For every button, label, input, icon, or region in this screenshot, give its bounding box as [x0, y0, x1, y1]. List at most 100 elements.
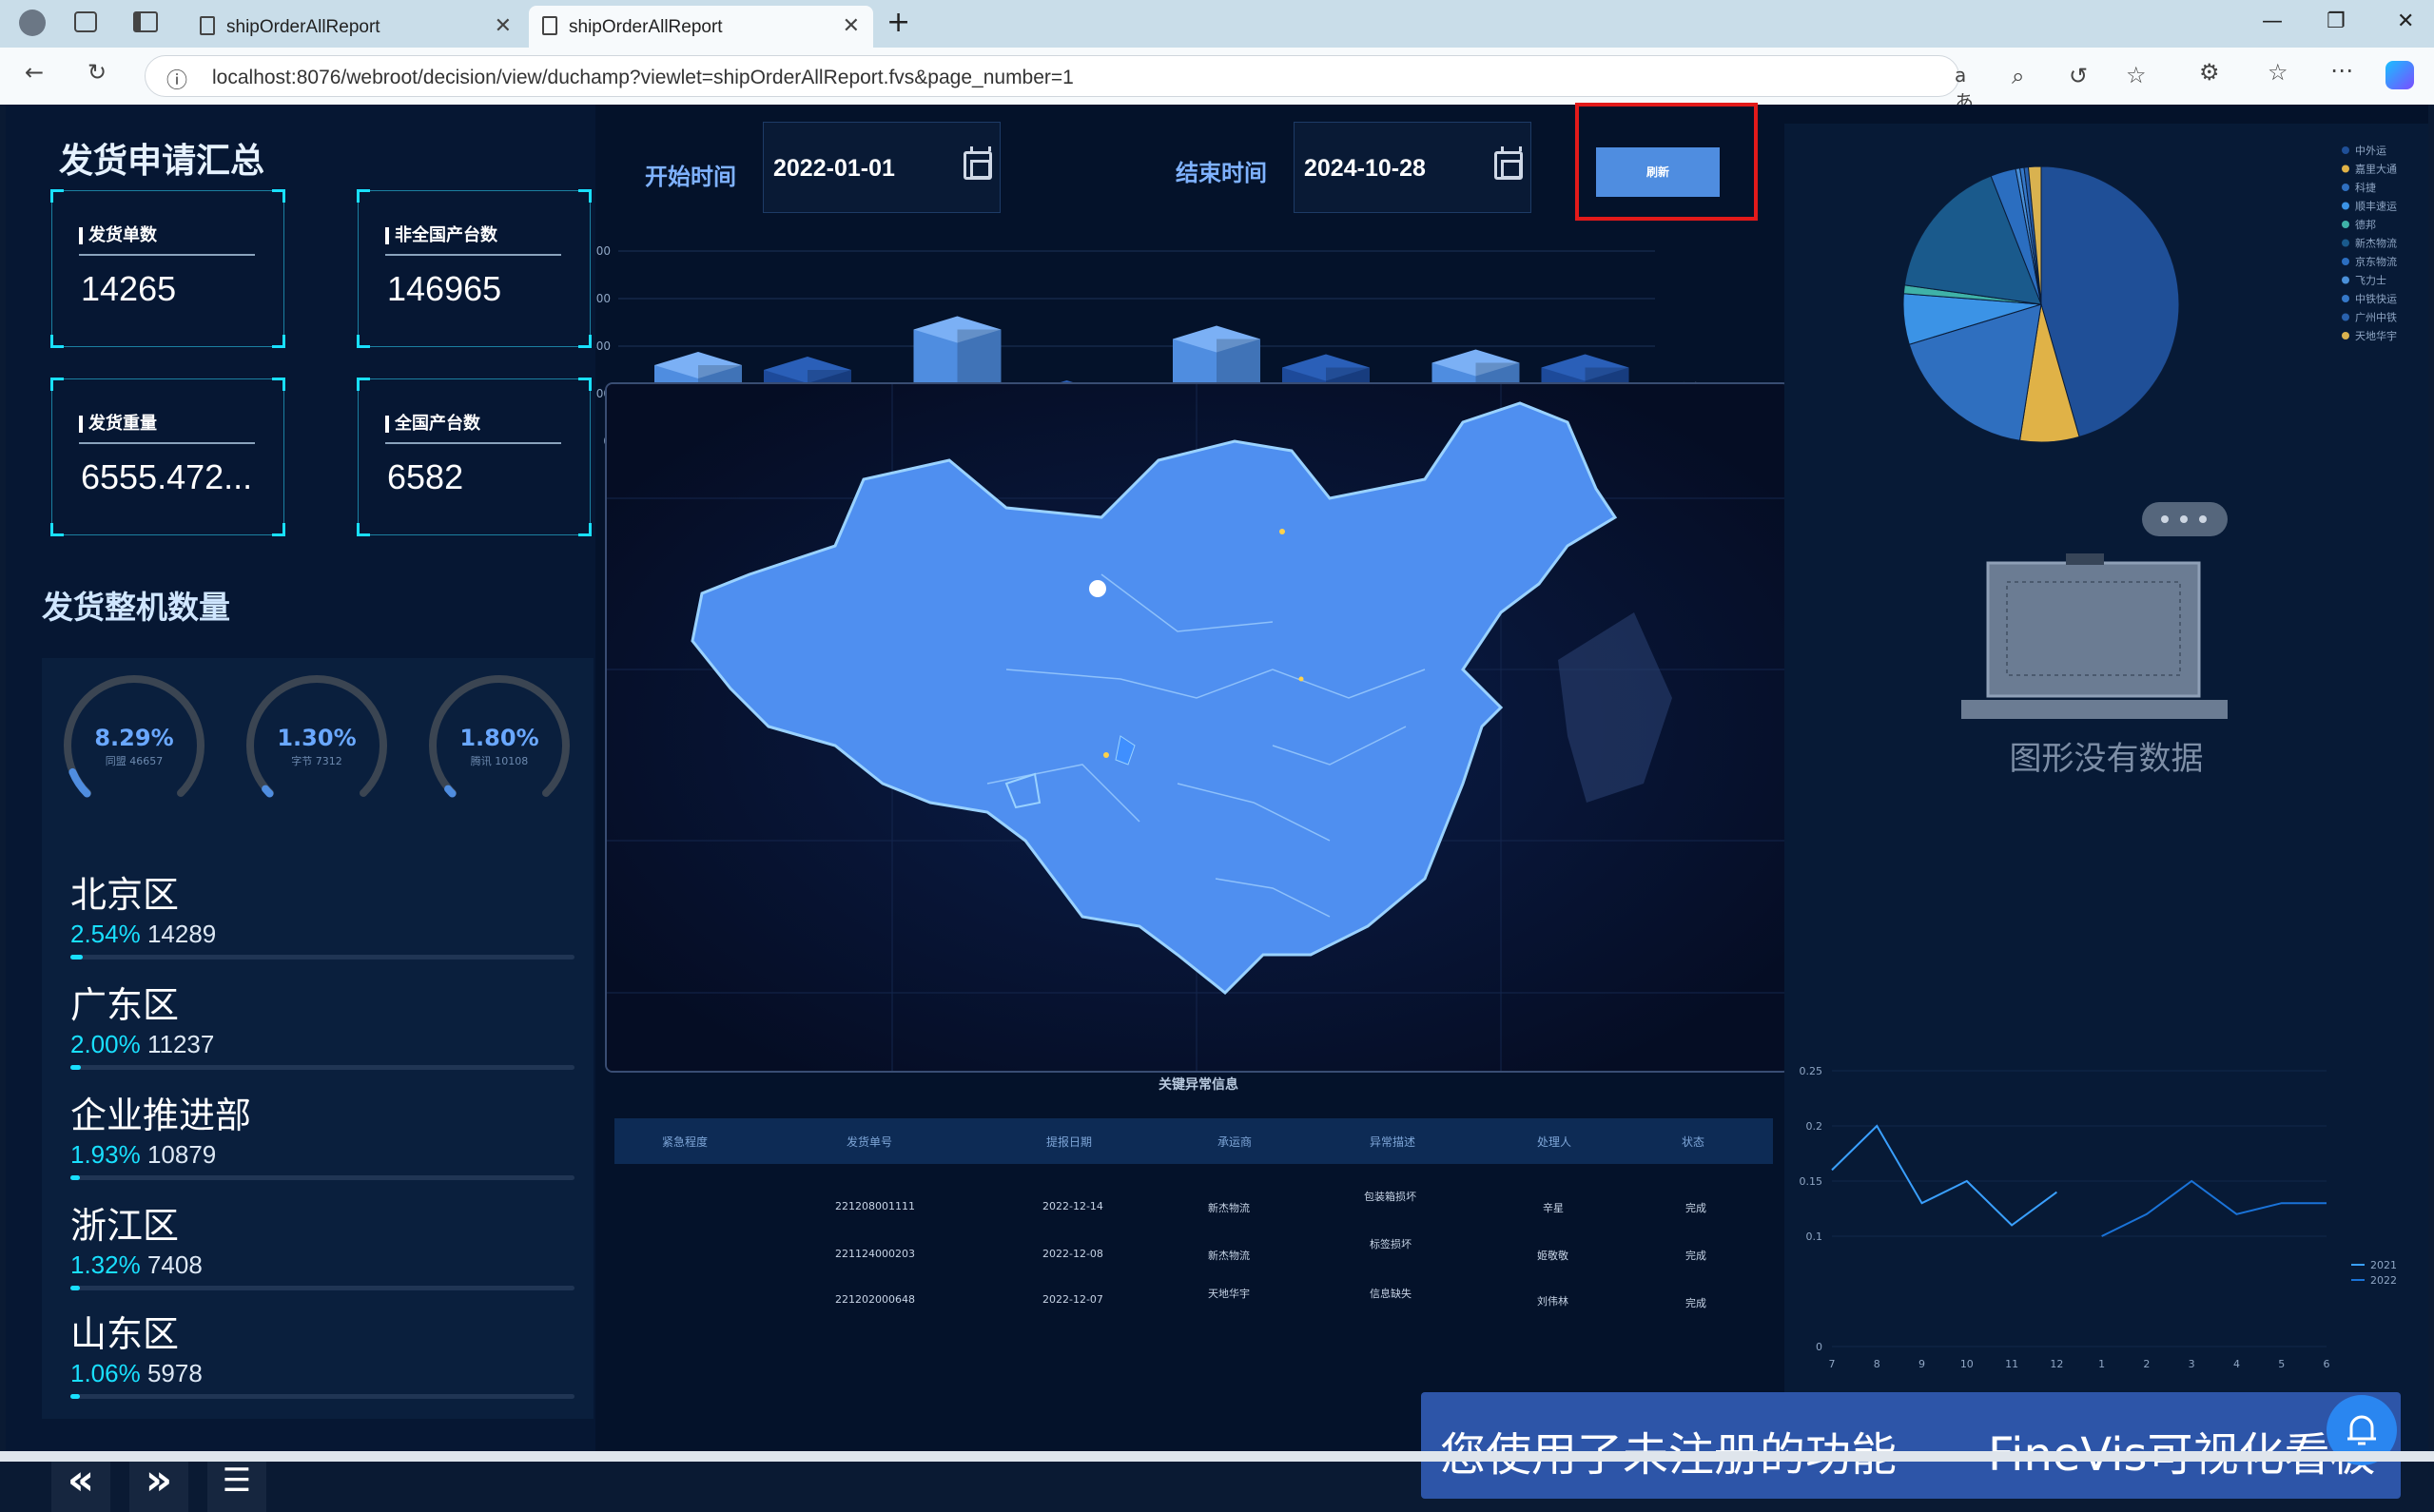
hotspot[interactable] [1089, 580, 1106, 597]
y-tick-label: 0.25 [1800, 1065, 1823, 1077]
y-tick-label: 0.1 [1806, 1231, 1823, 1243]
cell-handler: 姬敬敬 [1537, 1250, 1568, 1262]
x-tick-label: 7 [1829, 1358, 1836, 1370]
tab-shipOrder-1[interactable]: shipOrderAllReport ✕ [186, 6, 525, 48]
start-date-value: 2022-01-01 [773, 155, 895, 182]
card-value: 146965 [387, 269, 502, 308]
horizontal-scrollbar[interactable] [0, 1451, 2434, 1462]
unregistered-banner: 您使用了未注册的功能——FineVis可视化看板 [1421, 1392, 2401, 1499]
cell-carrier: 新杰物流 [1208, 1202, 1250, 1214]
page-list-icon[interactable]: ☰ [207, 1453, 266, 1512]
zoom-icon[interactable]: ⌕ [2012, 63, 2024, 89]
favorite-icon[interactable]: ☆ [2126, 62, 2147, 88]
card-label: 发货单数 [79, 227, 157, 244]
no-data-text: 图形没有数据 [2009, 740, 2204, 778]
new-tab-icon[interactable]: + [886, 6, 910, 39]
th-status: 状态 [1682, 1135, 1705, 1149]
gauge-sub: 同盟 46657 [105, 755, 164, 767]
copilot-icon[interactable] [2385, 61, 2414, 89]
th-order-no: 发货单号 [847, 1135, 893, 1149]
minimize-icon[interactable]: — [2262, 10, 2283, 33]
tab-shipOrder-2[interactable]: shipOrderAllReport ✕ [529, 6, 873, 48]
legend-label: 嘉里大通 [2355, 163, 2397, 176]
x-tick-label: 10 [1960, 1358, 1974, 1370]
legend-swatch [2342, 239, 2349, 247]
summary-title: 发货申请汇总 [59, 142, 265, 181]
gauge-sub: 字节 7312 [291, 755, 342, 767]
legend-label: 广州中铁 [2355, 312, 2397, 324]
x-tick-label: 8 [1874, 1358, 1880, 1370]
profile-icon[interactable] [19, 10, 46, 36]
card-ship-count: 发货单数 14265 [50, 189, 285, 348]
y-tick-label: 400 [595, 339, 611, 353]
legend-label: 科捷 [2355, 181, 2376, 194]
region-bar-fill [70, 1065, 81, 1070]
region-item: 企业推进部 1.93% 10879 [70, 1086, 584, 1180]
back-icon[interactable]: ← [25, 59, 44, 86]
collections-icon[interactable] [74, 11, 97, 32]
url-text: localhost:8076/webroot/decision/view/duc… [212, 67, 1074, 88]
calendar-icon[interactable] [964, 146, 992, 180]
cell-order-no: 221208001111 [835, 1200, 915, 1212]
end-date-picker[interactable]: 2024-10-28 [1294, 122, 1531, 213]
legend-label: 2022 [2370, 1274, 2397, 1287]
calendar-icon[interactable] [1494, 146, 1523, 180]
card-value: 6555.472... [81, 457, 253, 496]
close-tab-icon[interactable]: ✕ [843, 13, 860, 38]
region-pct: 1.93% [70, 1140, 141, 1169]
gauge-0: 8.29% 同盟 46657 [63, 675, 205, 818]
region-item: 北京区 2.54% 14289 [70, 865, 584, 960]
region-name: 山东区 [70, 1313, 180, 1355]
cell-status: 完成 [1685, 1202, 1706, 1214]
card-domestic: 全国产台数 6582 [357, 378, 592, 536]
region-pct: 2.00% [70, 1030, 141, 1058]
y-tick-label: 800 [595, 244, 611, 258]
cell-carrier: 新杰物流 [1208, 1250, 1250, 1262]
legend-swatch [2342, 295, 2349, 302]
restore-icon[interactable]: ❐ [2327, 10, 2346, 33]
start-date-picker[interactable]: 2022-01-01 [763, 122, 1001, 213]
y-tick-label: 0.15 [1800, 1175, 1823, 1188]
vertical-tabs-icon[interactable] [133, 11, 158, 32]
end-date-value: 2024-10-28 [1304, 155, 1426, 182]
close-tab-icon[interactable]: ✕ [495, 13, 512, 38]
region-pct: 1.06% [70, 1359, 141, 1387]
prev-page-button[interactable]: « [51, 1453, 110, 1512]
card-label: 全国产台数 [385, 416, 480, 433]
pie-chart: 中外运嘉里大通科捷顺丰速运德邦新杰物流京东物流飞力士中铁快运广州中铁天地华宇 [1902, 145, 2397, 443]
close-window-icon[interactable]: ✕ [2397, 10, 2414, 33]
next-page-button[interactable]: » [129, 1453, 188, 1512]
address-bar[interactable]: ⓘ localhost:8076/webroot/decision/view/d… [145, 55, 2147, 113]
y-tick-label: 600 [595, 292, 611, 305]
no-data-panel: 图形没有数据 [1784, 475, 2428, 1103]
cell-status: 完成 [1685, 1297, 1706, 1309]
favorites-icon[interactable]: ☆ [2268, 59, 2288, 86]
y-tick-label: 0.2 [1806, 1120, 1823, 1133]
gauge-pct: 1.80% [459, 725, 539, 751]
more-icon[interactable]: ⋯ [2330, 57, 2353, 84]
region-name: 北京区 [70, 874, 180, 916]
map-svg [607, 384, 1788, 1071]
legend-label: 中铁快运 [2355, 293, 2397, 305]
legend-label: 京东物流 [2355, 255, 2397, 268]
extensions-icon[interactable]: ⚙ [2199, 59, 2220, 86]
china-map[interactable] [605, 382, 1790, 1073]
region-bar-fill [70, 1175, 81, 1180]
cell-desc: 标签损坏 [1370, 1238, 1412, 1250]
page-nav: « » ☰ [51, 1453, 266, 1512]
refresh-button[interactable]: 刷新 [1596, 147, 1720, 197]
cell-carrier: 天地华宇 [1208, 1288, 1250, 1300]
refresh-app-icon[interactable]: ↺ [2069, 63, 2088, 89]
th-urgency: 紧急程度 [662, 1135, 709, 1149]
reload-icon[interactable]: ↻ [88, 59, 107, 86]
legend-swatch [2342, 276, 2349, 284]
tab-title: shipOrderAllReport [226, 17, 380, 37]
info-icon[interactable]: ⓘ [166, 64, 187, 94]
th-carrier: 承运商 [1217, 1135, 1253, 1149]
region-count: 11237 [146, 1030, 215, 1058]
card-value: 6582 [387, 457, 464, 496]
tab-title: shipOrderAllReport [569, 17, 723, 37]
region-name: 浙江区 [70, 1205, 180, 1247]
cell-desc: 包装箱损坏 [1364, 1191, 1416, 1203]
x-tick-label: 11 [2005, 1358, 2018, 1370]
